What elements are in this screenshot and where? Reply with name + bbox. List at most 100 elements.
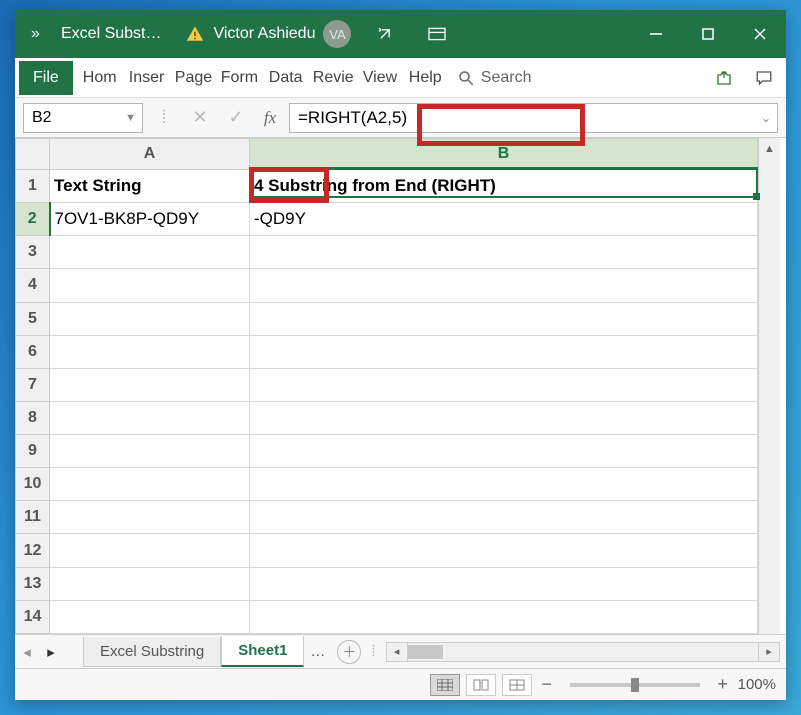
cell-a13[interactable]: [50, 567, 250, 600]
row-header-12[interactable]: 12: [16, 534, 50, 567]
sheet-resize-handle[interactable]: ⁞: [371, 643, 375, 660]
hscroll-thumb[interactable]: [408, 645, 443, 659]
tell-me-search[interactable]: Search: [457, 69, 532, 87]
row-header-11[interactable]: 11: [16, 501, 50, 534]
zoom-in-button[interactable]: +: [714, 674, 732, 695]
close-button[interactable]: [734, 10, 786, 58]
scroll-left-icon[interactable]: ◂: [386, 642, 408, 662]
cells-table: A B 1 Text String 4 Substring from End (…: [15, 138, 758, 634]
hscroll-track[interactable]: [408, 642, 758, 662]
sheet-tab-1[interactable]: Sheet1: [221, 636, 304, 667]
cell-a7[interactable]: [50, 368, 250, 401]
coming-soon-icon[interactable]: [359, 10, 411, 58]
menu-formulas[interactable]: Form: [217, 61, 261, 95]
row-header-3[interactable]: 3: [16, 236, 50, 269]
worksheet-grid[interactable]: A B 1 Text String 4 Substring from End (…: [15, 138, 786, 634]
cell-a8[interactable]: [50, 401, 250, 434]
chevron-down-icon[interactable]: ▼: [125, 112, 136, 124]
cell-a1[interactable]: Text String: [50, 169, 250, 202]
user-name[interactable]: Victor Ashiedu: [213, 25, 315, 43]
sheet-nav-prev[interactable]: ◂: [15, 643, 39, 661]
expand-formula-bar-icon[interactable]: ⌄: [761, 111, 771, 125]
name-box[interactable]: B2 ▼: [23, 103, 143, 133]
cell-b8[interactable]: [250, 401, 758, 434]
cell-b12[interactable]: [250, 534, 758, 567]
vertical-scrollbar[interactable]: ▲: [758, 138, 780, 634]
cell-a3[interactable]: [50, 236, 250, 269]
cell-b4[interactable]: [250, 269, 758, 302]
zoom-level[interactable]: 100%: [738, 676, 776, 693]
scroll-track[interactable]: [759, 160, 780, 634]
fx-icon[interactable]: fx: [257, 108, 283, 128]
cell-a14[interactable]: [50, 600, 250, 633]
zoom-knob[interactable]: [631, 678, 639, 692]
col-header-b[interactable]: B: [250, 139, 758, 170]
cell-b1[interactable]: 4 Substring from End (RIGHT): [250, 169, 758, 202]
minimize-button[interactable]: [630, 10, 682, 58]
cell-a9[interactable]: [50, 435, 250, 468]
row-header-8[interactable]: 8: [16, 401, 50, 434]
cell-b7[interactable]: [250, 368, 758, 401]
autosave-warning-icon[interactable]: [185, 24, 205, 44]
menu-help[interactable]: Help: [405, 61, 445, 95]
row-header-10[interactable]: 10: [16, 468, 50, 501]
row-header-4[interactable]: 4: [16, 269, 50, 302]
row-header-9[interactable]: 9: [16, 435, 50, 468]
col-header-a[interactable]: A: [50, 139, 250, 170]
menu-view[interactable]: View: [359, 61, 401, 95]
sheet-tab-0[interactable]: Excel Substring: [83, 637, 221, 667]
cell-b11[interactable]: [250, 501, 758, 534]
view-page-break-button[interactable]: [502, 674, 532, 696]
scroll-right-icon[interactable]: ▸: [758, 642, 780, 662]
cell-b2[interactable]: -QD9Y: [250, 203, 758, 236]
menu-page-layout[interactable]: Page: [171, 61, 213, 95]
scroll-up-icon[interactable]: ▲: [759, 138, 780, 160]
ribbon-tabs: File Hom Inser Page Form Data Revie View…: [15, 58, 786, 98]
cell-a12[interactable]: [50, 534, 250, 567]
menu-insert[interactable]: Inser: [125, 61, 167, 95]
row-header-6[interactable]: 6: [16, 335, 50, 368]
formula-input[interactable]: =RIGHT(A2,5) ⌄: [289, 103, 778, 133]
cell-b3[interactable]: [250, 236, 758, 269]
cell-a11[interactable]: [50, 501, 250, 534]
horizontal-scrollbar[interactable]: ◂ ▸: [386, 642, 780, 662]
row-header-7[interactable]: 7: [16, 368, 50, 401]
cancel-formula-button[interactable]: ✕: [185, 103, 215, 133]
menu-data[interactable]: Data: [265, 61, 305, 95]
row-header-1[interactable]: 1: [16, 169, 50, 202]
row-header-14[interactable]: 14: [16, 600, 50, 633]
row-header-2[interactable]: 2: [16, 203, 50, 236]
zoom-out-button[interactable]: −: [538, 674, 556, 695]
cell-a10[interactable]: [50, 468, 250, 501]
cell-a5[interactable]: [50, 302, 250, 335]
cell-b13[interactable]: [250, 567, 758, 600]
menu-home[interactable]: Hom: [79, 61, 121, 95]
cell-b9[interactable]: [250, 435, 758, 468]
cell-b5[interactable]: [250, 302, 758, 335]
cell-b14[interactable]: [250, 600, 758, 633]
quick-access-more-icon[interactable]: »: [23, 25, 49, 43]
cell-a6[interactable]: [50, 335, 250, 368]
menu-review[interactable]: Revie: [309, 61, 355, 95]
row-header-13[interactable]: 13: [16, 567, 50, 600]
enter-formula-button[interactable]: ✓: [221, 103, 251, 133]
cell-b10[interactable]: [250, 468, 758, 501]
menu-file[interactable]: File: [19, 61, 73, 95]
user-avatar[interactable]: VA: [323, 20, 351, 48]
cell-a2[interactable]: 7OV1-BK8P-QD9Y: [50, 203, 250, 236]
cell-b6[interactable]: [250, 335, 758, 368]
new-sheet-button[interactable]: ＋: [337, 640, 361, 664]
formula-more-icon[interactable]: ⁞: [149, 103, 179, 133]
cell-a4[interactable]: [50, 269, 250, 302]
comments-button[interactable]: [746, 62, 782, 94]
share-button[interactable]: [706, 62, 742, 94]
maximize-button[interactable]: [682, 10, 734, 58]
zoom-slider[interactable]: [570, 683, 700, 687]
row-header-5[interactable]: 5: [16, 302, 50, 335]
ribbon-options-icon[interactable]: [411, 10, 463, 58]
select-all-corner[interactable]: [16, 139, 50, 170]
view-normal-button[interactable]: [430, 674, 460, 696]
sheet-tabs-overflow[interactable]: …: [304, 643, 331, 660]
sheet-nav-next[interactable]: ▸: [39, 643, 63, 661]
view-page-layout-button[interactable]: [466, 674, 496, 696]
